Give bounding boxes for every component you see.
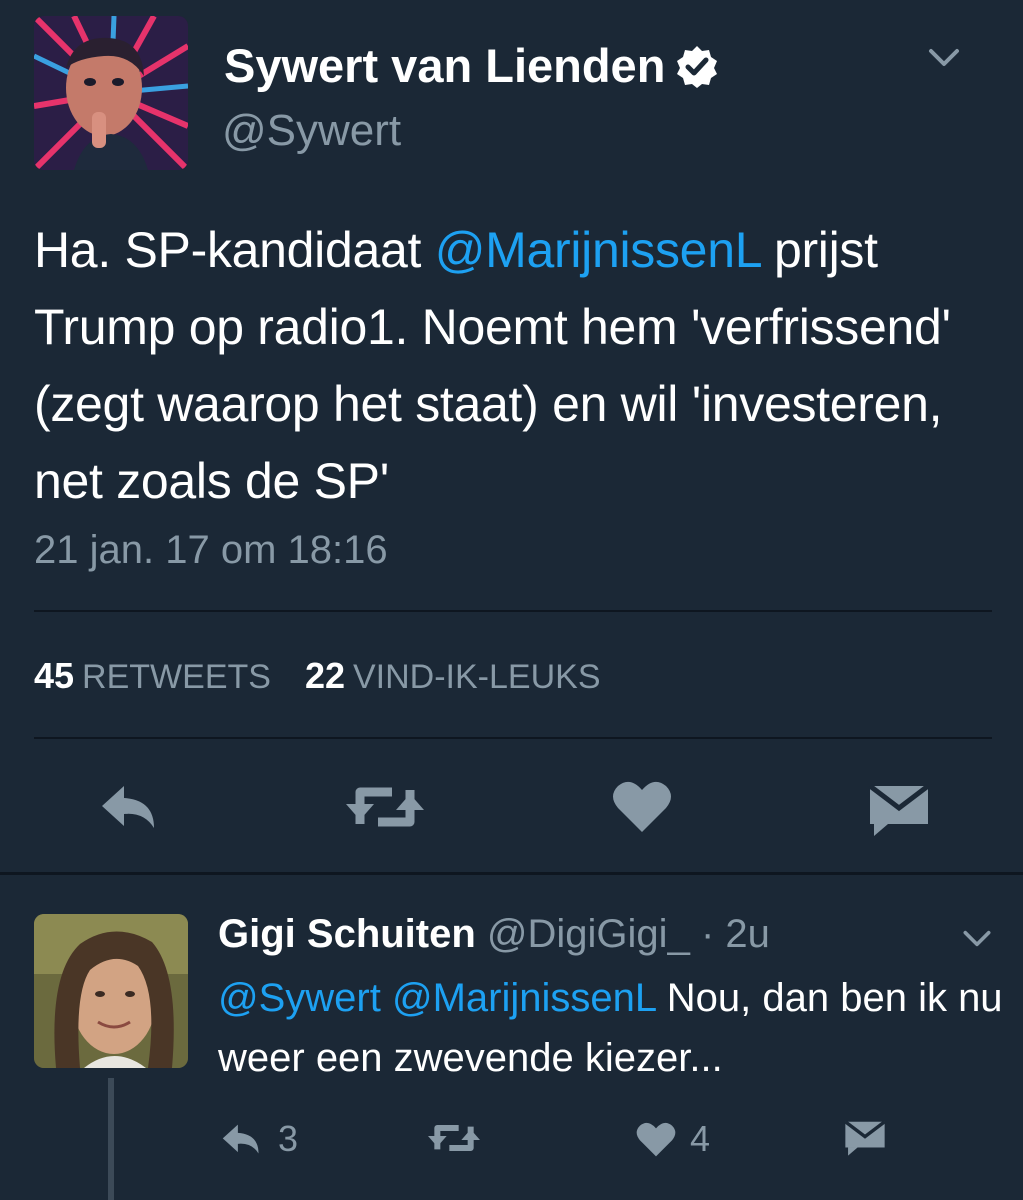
reply-text: @Sywert @MarijnissenL Nou, dan ben ik nu… <box>218 968 1008 1088</box>
heart-icon[interactable] <box>612 778 672 834</box>
reply-author-name[interactable]: Gigi Schuiten <box>218 912 476 956</box>
tweet-text: Ha. SP-kandidaat @MarijnissenL prijst Tr… <box>34 212 994 520</box>
like-action[interactable]: 4 <box>636 1118 710 1160</box>
divider <box>34 737 992 739</box>
mention-link[interactable]: @MarijnissenL <box>435 222 761 278</box>
like-label[interactable]: VIND-IK-LEUKS <box>353 658 601 696</box>
tweet-text-start: Ha. SP-kandidaat <box>34 222 435 278</box>
chevron-down-icon[interactable] <box>962 930 992 948</box>
reply-separator: · <box>700 912 715 956</box>
retweet-count[interactable]: 45 <box>34 655 74 696</box>
thread-line <box>108 1078 114 1200</box>
message-icon[interactable] <box>844 1120 886 1156</box>
author-handle[interactable]: @Sywert <box>222 106 401 156</box>
author-avatar[interactable] <box>34 16 188 170</box>
mention-link[interactable]: @Sywert <box>218 976 381 1020</box>
reply-author-avatar[interactable] <box>34 914 188 1068</box>
tweet-stats: 45 RETWEETS 22 VIND-IK-LEUKS <box>34 655 635 697</box>
chevron-down-icon[interactable] <box>928 48 960 68</box>
reply-time[interactable]: 2u <box>725 912 770 956</box>
retweet-icon[interactable] <box>428 1120 480 1156</box>
reply-author-handle[interactable]: @DigiGigi_ <box>487 912 690 956</box>
retweet-icon[interactable] <box>346 780 424 834</box>
author-name-text[interactable]: Sywert van Lienden <box>224 38 665 93</box>
author-name[interactable]: Sywert van Lienden <box>224 38 719 93</box>
tweet-timestamp[interactable]: 21 jan. 17 om 18:16 <box>34 528 388 573</box>
reply-count: 3 <box>278 1118 299 1159</box>
like-count[interactable]: 22 <box>305 655 345 696</box>
mention-link[interactable]: @MarijnissenL <box>392 976 656 1020</box>
section-separator <box>0 872 1023 875</box>
reply-header: Gigi Schuiten @DigiGigi_ · 2u <box>218 912 770 957</box>
reply-action[interactable]: 3 <box>220 1118 298 1160</box>
retweet-label[interactable]: RETWEETS <box>82 658 271 696</box>
heart-icon[interactable] <box>636 1120 676 1158</box>
reply-icon[interactable] <box>220 1121 264 1157</box>
message-icon[interactable] <box>868 784 930 836</box>
reply-icon[interactable] <box>98 782 162 832</box>
like-count: 4 <box>690 1118 711 1159</box>
verified-badge-icon <box>677 45 718 88</box>
divider <box>34 610 992 612</box>
